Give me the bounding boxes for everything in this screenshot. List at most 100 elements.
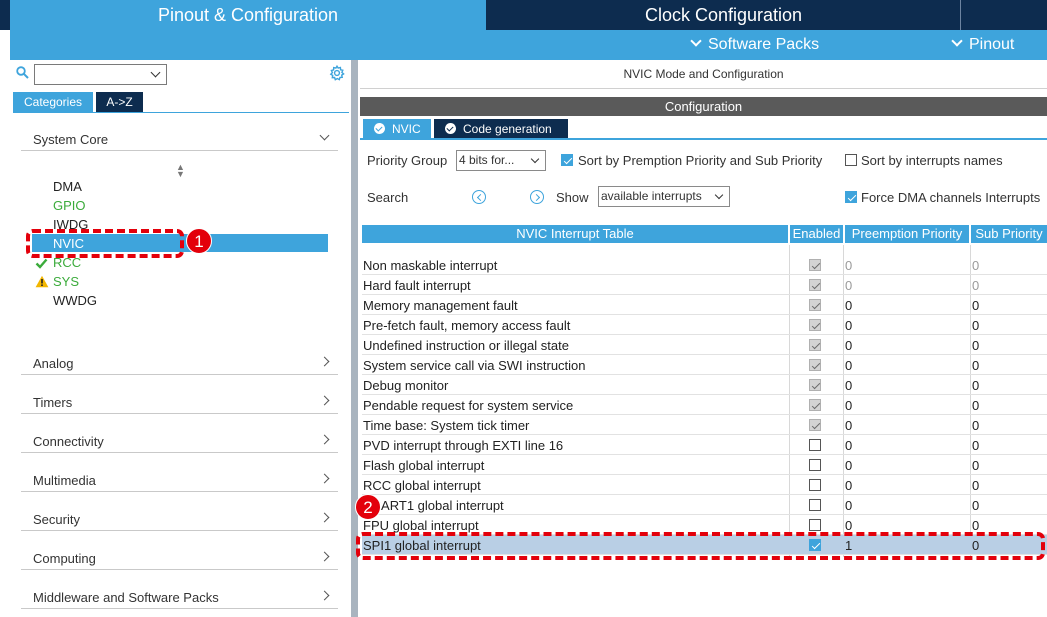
search-combo-input[interactable] (34, 64, 167, 85)
interrupt-name: Non maskable interrupt (363, 258, 498, 273)
table-row[interactable]: Undefined instruction or illegal state 0… (362, 335, 1047, 355)
preemption-priority-value[interactable]: 0 (845, 358, 852, 373)
table-row[interactable]: Pre-fetch fault, memory access fault 0 0 (362, 315, 1047, 335)
tab-nvic-label: NVIC (392, 122, 421, 136)
check-icon (35, 258, 48, 269)
software-packs-label: Software Packs (708, 36, 820, 53)
show-select[interactable]: available interrupts (598, 186, 730, 207)
category-analog[interactable]: Analog (21, 349, 338, 375)
category-connectivity[interactable]: Connectivity (21, 427, 338, 453)
sub-priority-value[interactable]: 0 (972, 298, 979, 313)
sort-premption-checkbox[interactable] (561, 154, 573, 166)
search-prev-icon[interactable] (472, 190, 486, 204)
search-next-icon[interactable] (530, 190, 544, 204)
preemption-priority-value[interactable]: 0 (845, 398, 852, 413)
table-row[interactable]: Non maskable interrupt 0 0 (362, 255, 1047, 275)
chevron-down-icon (690, 35, 702, 47)
categories-tab[interactable]: Categories (13, 92, 93, 112)
category-timers[interactable]: Timers (21, 388, 338, 414)
preemption-priority-value[interactable]: 0 (845, 438, 852, 453)
chevron-right-icon (319, 590, 330, 601)
enabled-checkbox (809, 299, 821, 311)
sort-premption-label: Sort by Premption Priority and Sub Prior… (578, 153, 823, 168)
column-header-sub-priority[interactable]: Sub Priority (971, 225, 1047, 243)
sub-priority-value[interactable]: 0 (972, 358, 979, 373)
tab-code-generation[interactable]: Code generation (434, 119, 568, 139)
sub-priority-value[interactable]: 0 (972, 418, 979, 433)
tab-nvic[interactable]: NVIC (363, 119, 431, 139)
table-row[interactable]: System service call via SWI instruction … (362, 355, 1047, 375)
preemption-priority-value[interactable]: 0 (845, 298, 852, 313)
table-row[interactable]: Flash global interrupt 0 0 (362, 455, 1047, 475)
category-system-core[interactable]: System Core (21, 125, 338, 151)
category-label: Security (33, 512, 80, 527)
enabled-checkbox[interactable] (809, 459, 821, 471)
category-computing[interactable]: Computing (21, 544, 338, 570)
force-dma-checkbox[interactable] (845, 191, 857, 203)
table-row[interactable]: Memory management fault 0 0 (362, 295, 1047, 315)
preemption-priority-value[interactable]: 0 (845, 458, 852, 473)
page-title: NVIC Mode and Configuration (360, 60, 1047, 88)
preemption-priority-value[interactable]: 0 (845, 318, 852, 333)
search-icon[interactable] (16, 66, 29, 79)
column-header-enabled[interactable]: Enabled (790, 225, 843, 243)
table-row[interactable]: Time base: System tick timer 0 0 (362, 415, 1047, 435)
preemption-priority-value[interactable]: 0 (845, 478, 852, 493)
category-middleware[interactable]: Middleware and Software Packs (21, 583, 338, 609)
enabled-checkbox[interactable] (809, 499, 821, 511)
priority-group-value: 4 bits for... (459, 153, 515, 167)
preemption-priority-value[interactable]: 0 (845, 338, 852, 353)
chevron-right-icon (319, 356, 330, 367)
table-row[interactable]: Debug monitor 0 0 (362, 375, 1047, 395)
table-row[interactable]: USART1 global interrupt 0 0 (362, 495, 1047, 515)
sub-priority-value[interactable]: 0 (972, 318, 979, 333)
sub-priority-value[interactable]: 0 (972, 378, 979, 393)
enabled-checkbox (809, 419, 821, 431)
sub-priority-value[interactable]: 0 (972, 498, 979, 513)
interrupt-name: System service call via SWI instruction (363, 358, 586, 373)
pinout-menu[interactable]: Pinout (951, 30, 1014, 60)
priority-group-label: Priority Group (367, 153, 448, 168)
column-header-preemption-priority[interactable]: Preemption Priority (845, 225, 969, 243)
sort-names-checkbox[interactable] (845, 154, 857, 166)
divider (360, 88, 1047, 89)
sub-priority-value[interactable]: 0 (972, 478, 979, 493)
table-row[interactable]: Pendable request for system service 0 0 (362, 395, 1047, 415)
gear-icon[interactable] (329, 65, 345, 81)
chevron-down-icon (951, 35, 963, 47)
priority-group-select[interactable]: 4 bits for... (456, 150, 546, 171)
preemption-priority-value[interactable]: 0 (845, 418, 852, 433)
a-z-tab[interactable]: A->Z (96, 92, 143, 112)
category-label: Connectivity (33, 434, 104, 449)
tab-clock-configuration[interactable]: Clock Configuration (487, 0, 960, 30)
table-row[interactable]: PVD interrupt through EXTI line 16 0 0 (362, 435, 1047, 455)
table-row[interactable]: RCC global interrupt 0 0 (362, 475, 1047, 495)
core-item-wwdg[interactable]: WWDG (53, 293, 97, 308)
core-item-gpio[interactable]: GPIO (53, 198, 86, 213)
software-packs-menu[interactable]: Software Packs (690, 30, 820, 60)
sub-priority-value[interactable]: 0 (972, 338, 979, 353)
chevron-down-icon (150, 67, 161, 78)
category-label: Computing (33, 551, 96, 566)
column-header-interrupt-table[interactable]: NVIC Interrupt Table (362, 225, 788, 243)
category-multimedia[interactable]: Multimedia (21, 466, 338, 492)
sub-priority-value[interactable]: 0 (972, 458, 979, 473)
warning-icon (35, 275, 49, 288)
preemption-priority-value[interactable]: 0 (845, 518, 852, 533)
enabled-checkbox[interactable] (809, 519, 821, 531)
segment-underline (13, 112, 349, 113)
interrupt-name: Debug monitor (363, 378, 449, 393)
category-security[interactable]: Security (21, 505, 338, 531)
core-item-dma[interactable]: DMA (53, 179, 82, 194)
sub-priority-value[interactable]: 0 (972, 398, 979, 413)
sort-arrows-icon[interactable]: ▲ ▼ (176, 163, 185, 179)
table-row[interactable]: Hard fault interrupt 0 0 (362, 275, 1047, 295)
preemption-priority-value[interactable]: 0 (845, 378, 852, 393)
preemption-priority-value[interactable]: 0 (845, 498, 852, 513)
sub-priority-value[interactable]: 0 (972, 438, 979, 453)
core-item-sys[interactable]: SYS (53, 274, 79, 289)
enabled-checkbox[interactable] (809, 479, 821, 491)
sub-priority-value[interactable]: 0 (972, 518, 979, 533)
enabled-checkbox[interactable] (809, 439, 821, 451)
tab-pinout-configuration[interactable]: Pinout & Configuration (10, 0, 486, 30)
